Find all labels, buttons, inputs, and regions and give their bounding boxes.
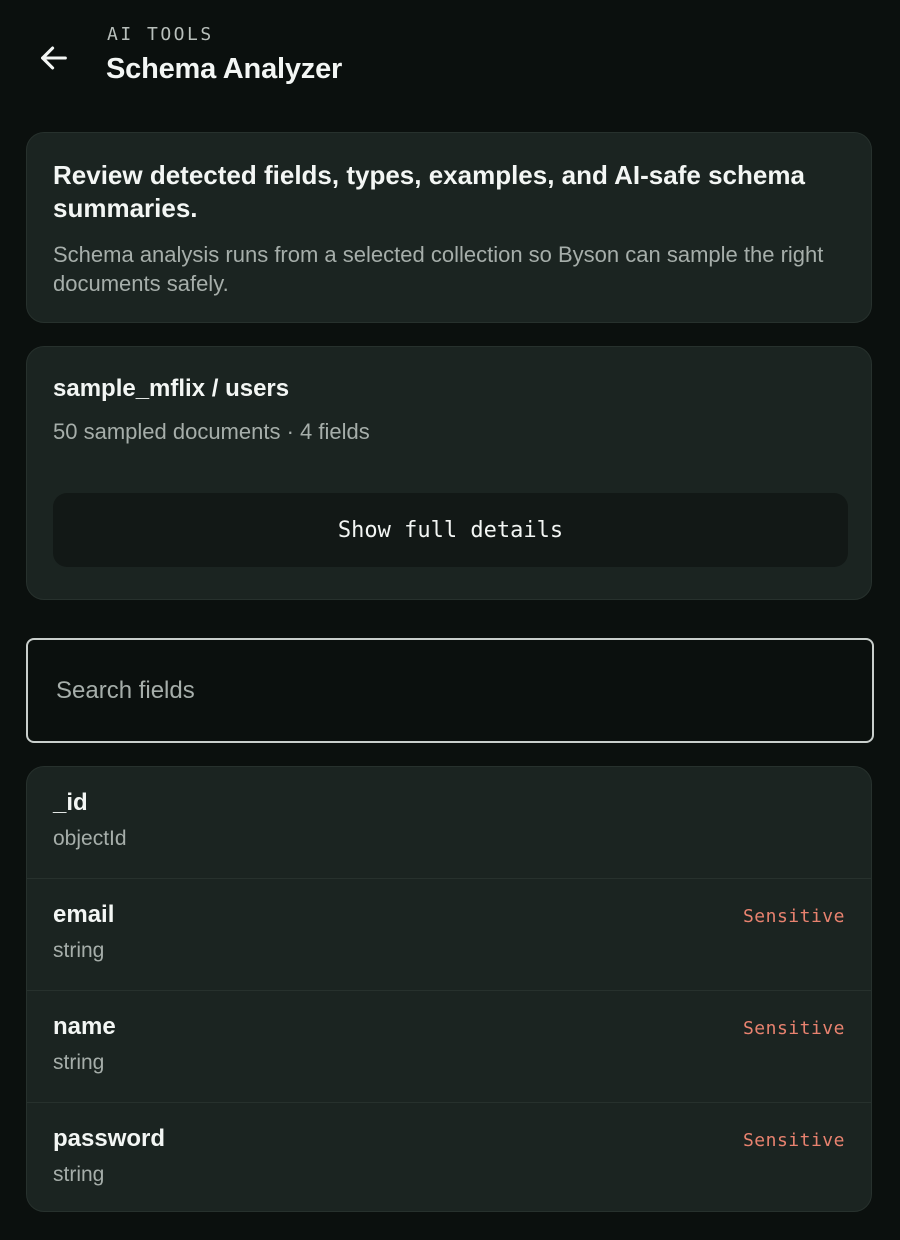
back-button[interactable]: [30, 36, 78, 80]
page-title: Schema Analyzer: [106, 53, 343, 85]
sensitive-badge: Sensitive: [742, 1130, 845, 1151]
collection-card: sample_mflix / users 50 sampled document…: [26, 346, 872, 600]
field-type: objectId: [53, 827, 127, 850]
section-eyebrow: AI TOOLS: [107, 24, 214, 45]
search-input[interactable]: [28, 640, 872, 741]
intro-card: Review detected fields, types, examples,…: [26, 132, 872, 323]
field-name: email: [53, 901, 115, 928]
arrow-left-icon: [41, 46, 67, 70]
field-name: _id: [53, 789, 88, 816]
collection-name: sample_mflix / users: [53, 375, 290, 402]
collection-meta: 50 sampled documents · 4 fields: [53, 419, 370, 444]
app-header: AI TOOLS Schema Analyzer: [0, 0, 900, 110]
sensitive-badge: Sensitive: [742, 1018, 845, 1039]
field-type: string: [53, 1163, 105, 1186]
show-full-details-button[interactable]: Show full details: [53, 493, 848, 567]
field-type: string: [53, 1051, 105, 1074]
sensitive-badge: Sensitive: [742, 906, 845, 927]
fields-list: _id objectId email string Sensitive name…: [26, 766, 872, 1212]
field-row-name[interactable]: name string Sensitive: [27, 990, 871, 1102]
field-row-password[interactable]: password string Sensitive: [27, 1102, 871, 1211]
intro-headline: Review detected fields, types, examples,…: [53, 160, 805, 223]
field-row-email[interactable]: email string Sensitive: [27, 878, 871, 990]
search-field-container: [26, 638, 874, 743]
intro-description: Schema analysis runs from a selected col…: [53, 242, 824, 296]
field-name: name: [53, 1013, 116, 1040]
field-row-id[interactable]: _id objectId: [27, 767, 871, 879]
field-name: password: [53, 1125, 166, 1152]
field-type: string: [53, 939, 105, 962]
